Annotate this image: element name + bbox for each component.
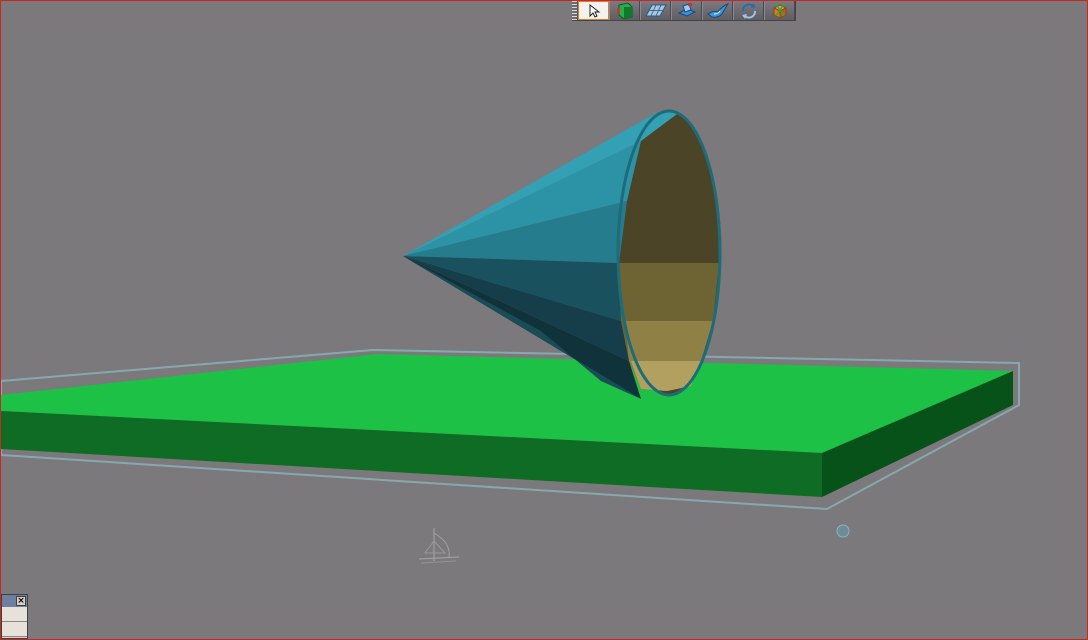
blue-box-icon (677, 2, 696, 17)
cone-object[interactable] (403, 109, 722, 399)
delete-cube-icon (772, 3, 787, 19)
pivot-marker-icon[interactable] (836, 524, 850, 538)
scene-canvas[interactable] (1, 1, 1087, 639)
close-icon: × (17, 596, 25, 606)
box-tool-button[interactable] (671, 1, 702, 20)
mini-panel-row[interactable] (2, 607, 27, 622)
toolbar (572, 1, 796, 21)
arrow-cursor-icon (589, 3, 600, 18)
grid-tool-button[interactable] (640, 1, 671, 20)
mini-panel-row[interactable] (2, 622, 27, 637)
green-shape-icon (616, 1, 632, 20)
rotate-arrows-icon (741, 2, 756, 19)
shape-tool-button[interactable] (609, 1, 640, 20)
select-tool-button[interactable] (578, 1, 609, 20)
mini-panel-titlebar[interactable]: × (2, 595, 27, 607)
grid-plane-icon (644, 4, 667, 16)
3d-viewport[interactable]: × (0, 0, 1088, 640)
rotate-tool-button[interactable] (733, 1, 764, 20)
bird-tool-button[interactable] (702, 1, 733, 20)
mini-panel-window[interactable]: × (1, 594, 28, 639)
close-button[interactable]: × (16, 596, 26, 606)
bird-icon (706, 2, 729, 18)
axis-gizmo-icon[interactable] (418, 528, 460, 564)
delete-tool-button[interactable] (764, 1, 795, 20)
